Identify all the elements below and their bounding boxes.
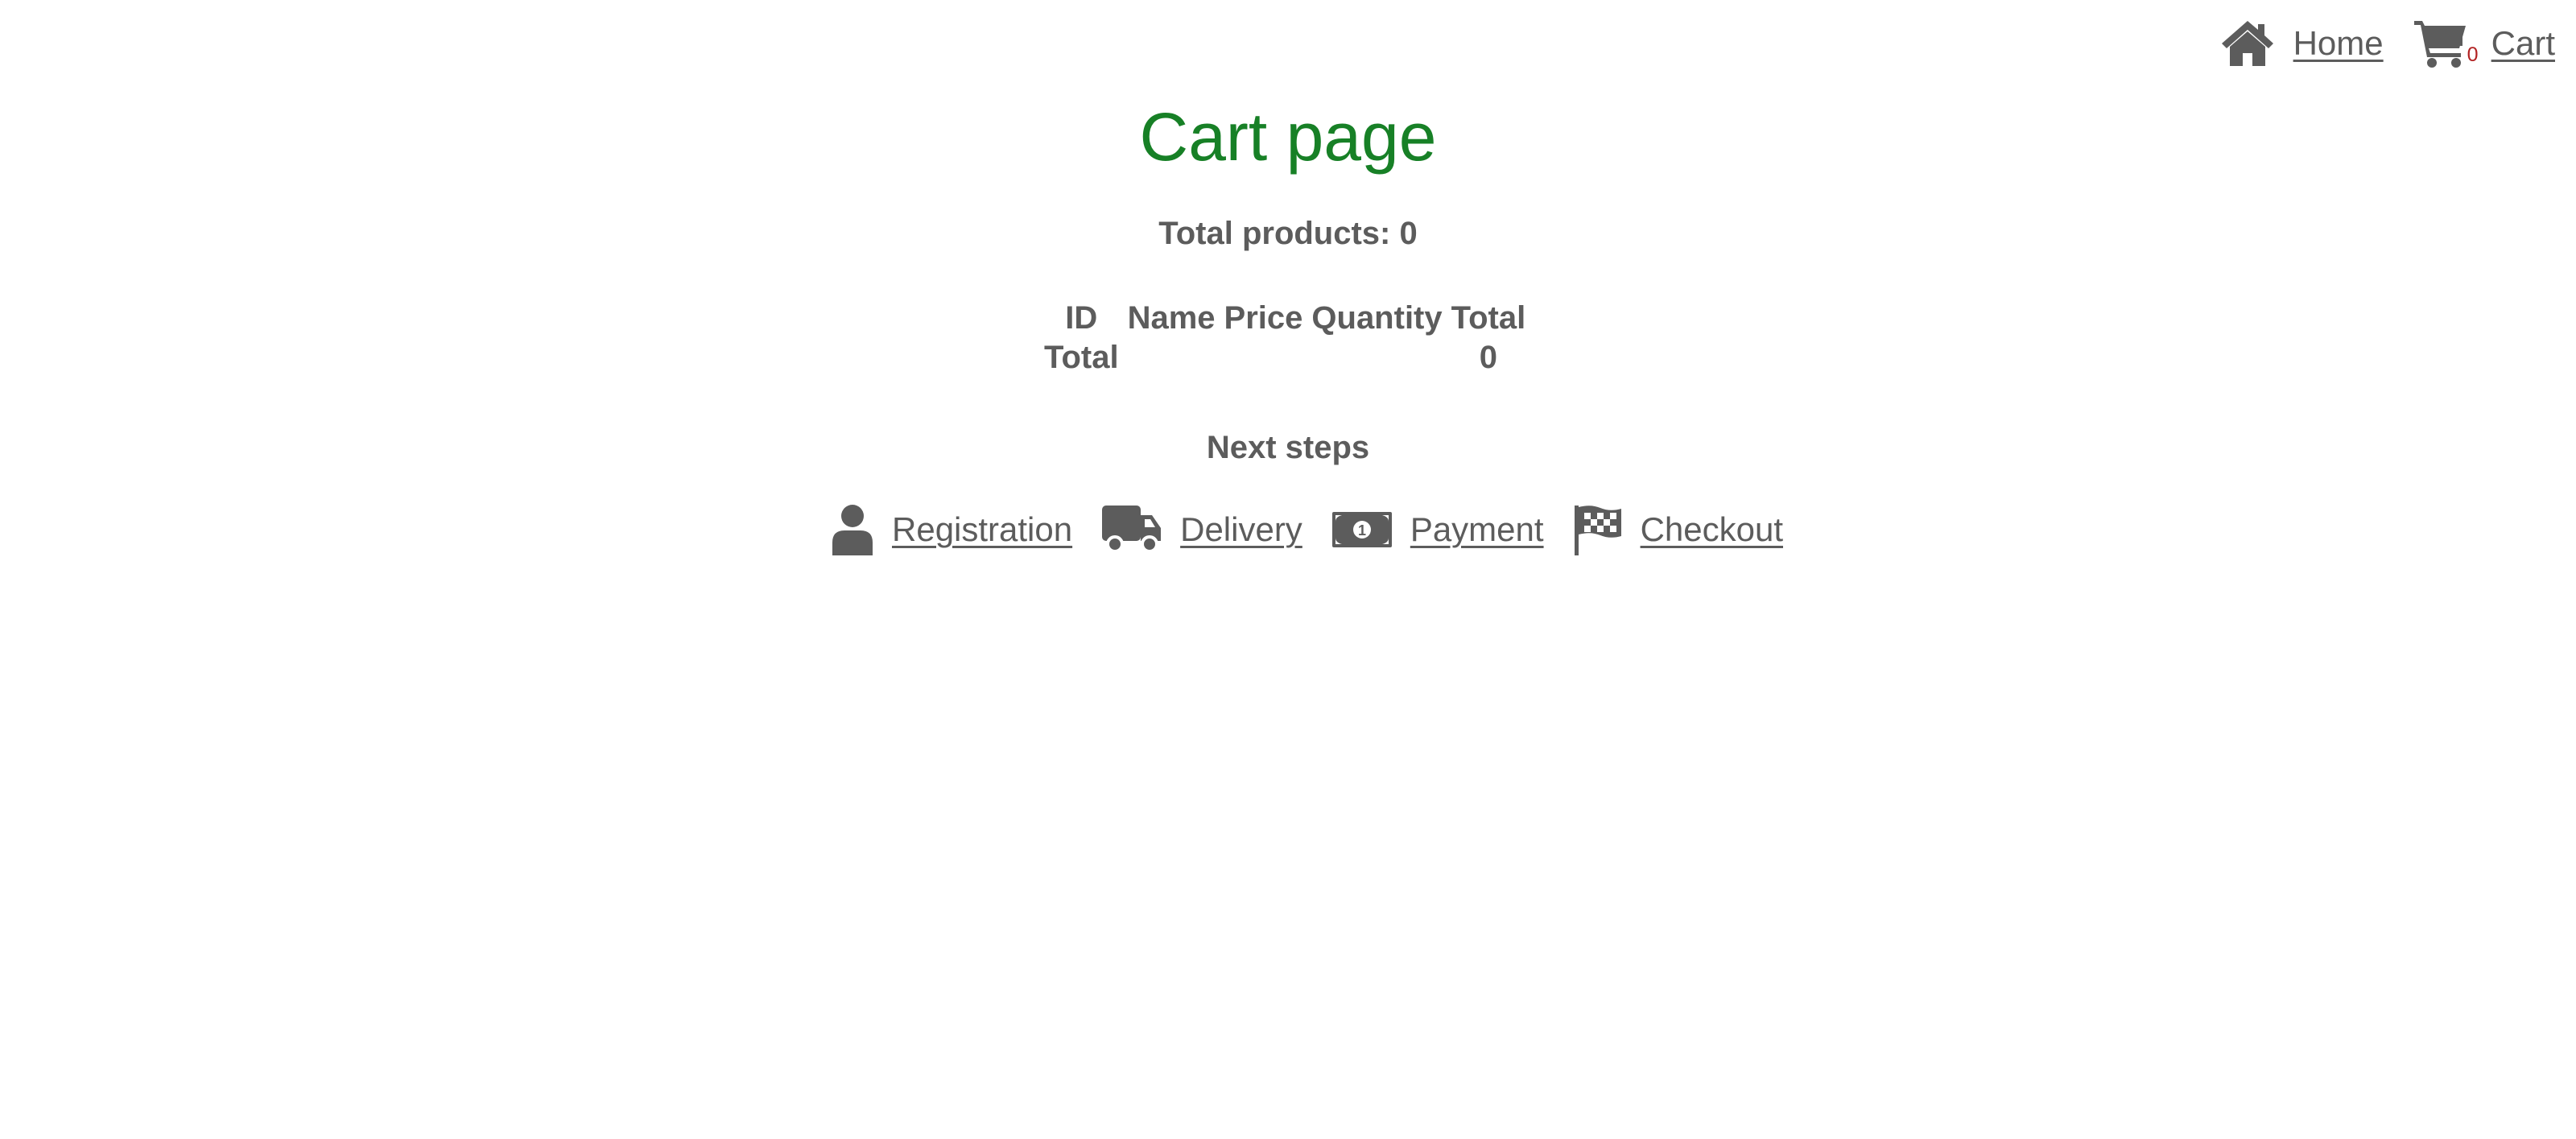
cart-count-badge: 0	[2467, 43, 2479, 66]
cart-link-label[interactable]: Cart	[2491, 24, 2555, 63]
cart-icon-wrapper[interactable]: 0	[2413, 18, 2479, 69]
step-registration-label[interactable]: Registration	[892, 510, 1072, 549]
step-delivery[interactable]: Delivery	[1101, 504, 1302, 555]
step-delivery-label[interactable]: Delivery	[1180, 510, 1302, 549]
checkered-flag-icon	[1574, 506, 1621, 555]
page-title: Cart page	[1139, 99, 1437, 175]
truck-icon	[1102, 506, 1162, 553]
table-header-row: ID Name Price Quantity Total	[1044, 300, 1525, 336]
total-products-label: Total products: 0	[1158, 216, 1418, 251]
home-icon	[2221, 21, 2273, 66]
footer-empty-cell	[1224, 340, 1303, 375]
svg-text:1: 1	[1358, 522, 1366, 539]
step-registration[interactable]: Registration	[831, 504, 1072, 555]
footer-total-value: 0	[1479, 340, 1498, 375]
total-products: Total products: 0	[0, 216, 2576, 252]
next-steps-title: Next steps	[1206, 430, 1370, 465]
column-header-price: Price	[1224, 300, 1303, 336]
step-checkout-label[interactable]: Checkout	[1641, 510, 1783, 549]
next-steps-list: Registration Delivery 1 Payment Checkout	[831, 504, 1783, 555]
column-header-name: Name	[1127, 300, 1216, 336]
table-footer-row: Total 0	[1044, 340, 1525, 375]
footer-total-label: Total	[1044, 340, 1119, 375]
footer-empty-cell	[1311, 340, 1442, 375]
user-icon	[832, 505, 873, 555]
top-navigation: Home 0 Cart	[2219, 18, 2555, 69]
footer-empty-cell	[1128, 340, 1216, 375]
step-payment[interactable]: 1 Payment	[1331, 510, 1544, 550]
home-nav-link[interactable]: Home	[2219, 19, 2384, 68]
shopping-cart-icon	[2413, 21, 2466, 68]
cart-page: Home 0 Cart Cart page Total products: 0 …	[0, 0, 2576, 1139]
column-header-total: Total	[1451, 300, 1526, 336]
cart-nav-link[interactable]: 0 Cart	[2413, 18, 2555, 69]
column-header-quantity: Quantity	[1311, 300, 1443, 336]
column-header-id: ID	[1065, 300, 1098, 336]
step-payment-label[interactable]: Payment	[1410, 510, 1544, 549]
home-link-label[interactable]: Home	[2293, 24, 2384, 63]
cart-table: ID Name Price Quantity Total Total 0	[1035, 296, 1534, 379]
step-checkout[interactable]: Checkout	[1573, 504, 1783, 555]
money-bill-icon: 1	[1331, 512, 1392, 547]
